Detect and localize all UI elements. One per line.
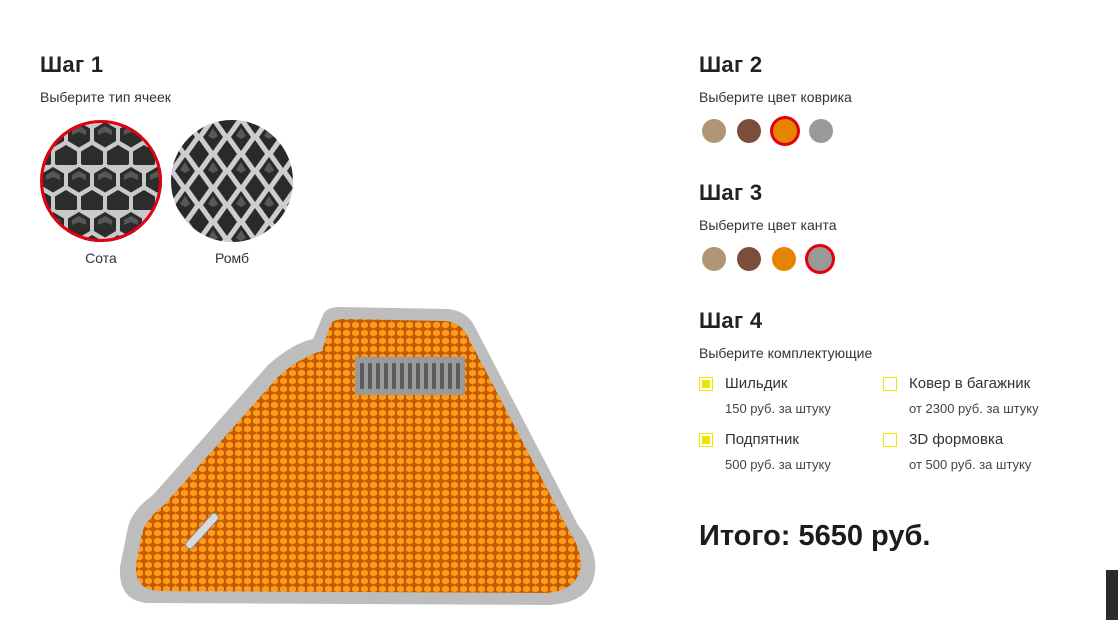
step1-title: Шаг 1 [40,52,104,77]
accessory-trunk-mat[interactable]: Ковер в багажник от 2300 руб. за штуку [883,375,1083,416]
step4-title: Шаг 4 [699,308,763,333]
step4-subtitle: Выберите комплектующие [699,345,873,361]
total-price: Итого: 5650 руб. [699,520,930,553]
accessory-price: от 2300 руб. за штуку [909,401,1039,416]
accessory-name: Шильдик [725,375,788,392]
mat-color-swatches [702,118,833,144]
edge-color-brown[interactable] [737,247,761,271]
accessory-heel-pad[interactable]: Подпятник 500 руб. за штуку [699,431,869,472]
total-value: 5650 руб. [798,520,931,552]
accessory-heel-pad-checkbox[interactable] [699,432,713,447]
step3-title: Шаг 3 [699,180,763,205]
cell-type-honeycomb[interactable]: Сота [40,120,162,266]
edge-color-orange[interactable] [772,247,796,271]
accessory-name: Подпятник [725,431,799,448]
step3-subtitle: Выберите цвет канта [699,217,837,233]
mat-color-grey[interactable] [809,119,833,143]
accessory-nameplate-checkbox[interactable] [699,376,713,391]
accessory-price: от 500 руб. за штуку [909,457,1032,472]
mat-color-beige[interactable] [702,119,726,143]
accessory-3d-molding-checkbox[interactable] [883,432,897,447]
step1-subtitle: Выберите тип ячеек [40,89,171,105]
edge-color-grey[interactable] [807,246,833,272]
edge-color-swatches [702,246,833,272]
edge-color-beige[interactable] [702,247,726,271]
mat-preview-image [108,305,600,612]
accessory-trunk-mat-checkbox[interactable] [883,376,897,391]
accessory-nameplate[interactable]: Шильдик 150 руб. за штуку [699,375,869,416]
mat-color-orange[interactable] [772,118,798,144]
cell-type-honeycomb-label: Сота [85,250,117,266]
accessory-price: 150 руб. за штуку [725,401,831,416]
mat-color-brown[interactable] [737,119,761,143]
rhombus-pattern-image [171,120,293,242]
honeycomb-pattern-image [40,120,162,242]
accessory-price: 500 руб. за штуку [725,457,831,472]
accessory-3d-molding[interactable]: 3D формовка от 500 руб. за штуку [883,431,1083,472]
cell-type-rhombus-label: Ромб [215,250,249,266]
cell-type-rhombus[interactable]: Ромб [171,120,293,266]
accessory-name: 3D формовка [909,431,1004,448]
accessory-name: Ковер в багажник [909,375,1031,392]
total-label: Итого: [699,520,791,552]
step2-title: Шаг 2 [699,52,763,77]
step2-subtitle: Выберите цвет коврика [699,89,852,105]
side-tab[interactable] [1106,570,1118,620]
